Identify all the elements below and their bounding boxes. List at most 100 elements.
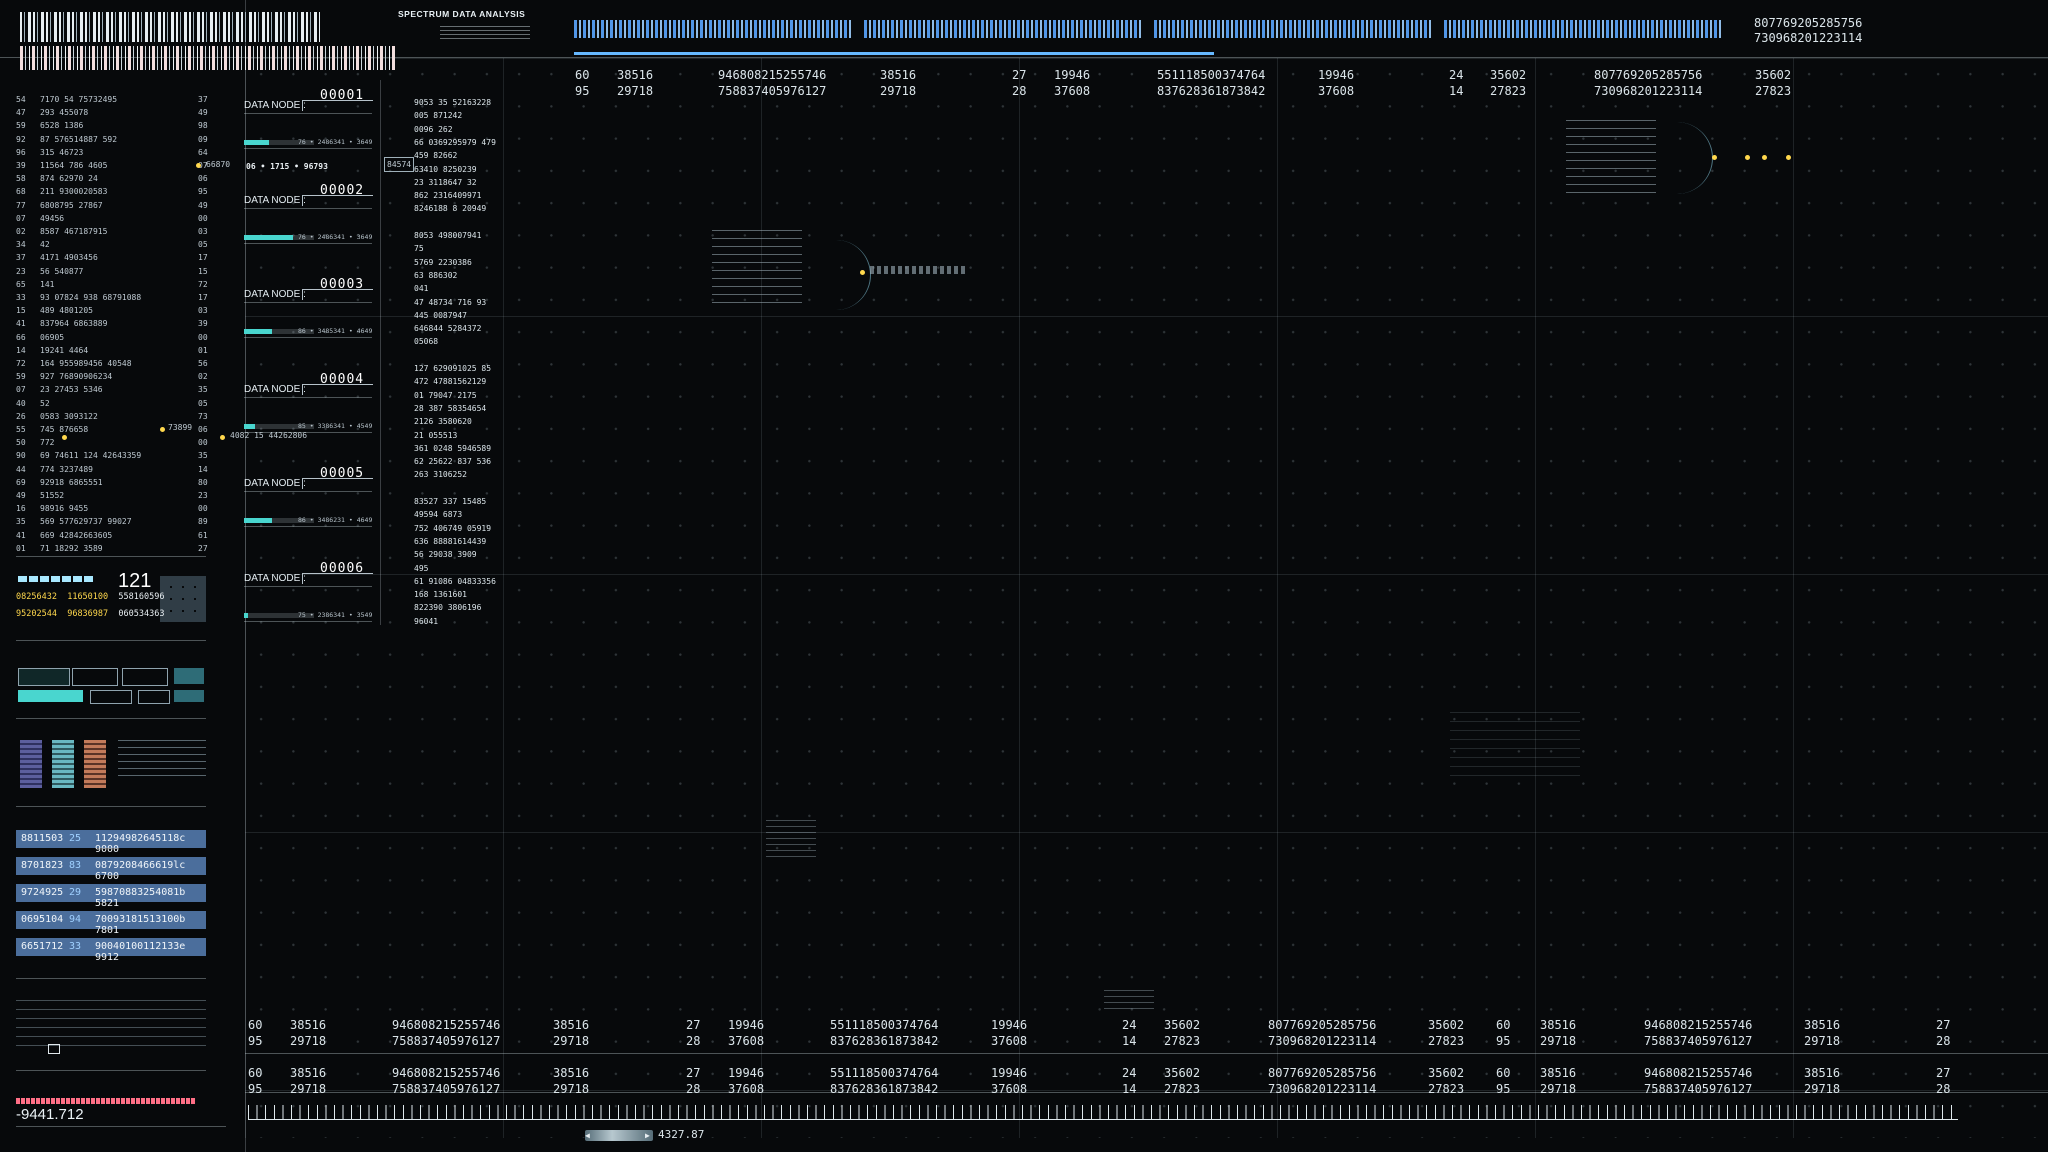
scrub-left-arrow-icon[interactable]: ◀ bbox=[585, 1131, 590, 1140]
node-divider bbox=[244, 337, 372, 338]
left-data-cell: 17 bbox=[198, 253, 208, 263]
left-data-cell: 55 bbox=[16, 425, 26, 434]
number-list-item: 61 91086 04833356 bbox=[414, 576, 496, 586]
marker-dot bbox=[860, 270, 865, 275]
left-data-cell: 01 bbox=[16, 543, 26, 553]
left-data-cell: 47 bbox=[16, 108, 26, 118]
marker-dot bbox=[196, 163, 201, 168]
data-node-card[interactable]: 00002 DATA NODE :76 • 2486341 • 3649 bbox=[244, 183, 374, 253]
bottom-cell: 19946 bbox=[728, 1066, 765, 1080]
left-data-cell: 35 bbox=[198, 451, 208, 461]
section-divider bbox=[16, 718, 206, 719]
left-data-cell: 02 bbox=[198, 372, 208, 382]
node-divider bbox=[244, 396, 372, 398]
spectrum-swatch-orange bbox=[84, 740, 106, 788]
table-row[interactable]: 6651712 33 90040100112133e 9912 bbox=[16, 938, 206, 963]
micro-text-block bbox=[118, 740, 206, 778]
data-node-card[interactable]: 00004 DATA NODE :85 • 3386341 • 4549 bbox=[244, 372, 374, 442]
left-data-cell: 00 bbox=[198, 438, 208, 448]
bottom-cell: 28 bbox=[686, 1034, 701, 1048]
table-row[interactable]: 0695104 94 70093181513100b 7801 bbox=[16, 911, 206, 936]
left-data-cell: 669 42842663605 bbox=[40, 530, 113, 540]
hud-cell: 807769205285756 bbox=[1594, 68, 1703, 82]
node-progress-fill bbox=[244, 518, 272, 523]
number-list-item: 47 48734 716 93 bbox=[414, 297, 487, 307]
table-row[interactable]: 8811503 25 11294982645118c 9000 bbox=[16, 830, 206, 855]
node-panel-divider bbox=[380, 80, 381, 625]
number-list-item: 21 055513 bbox=[414, 430, 458, 440]
scrub-handle[interactable] bbox=[585, 1130, 653, 1141]
marker-dot bbox=[220, 435, 225, 440]
bottom-cell: 38516 bbox=[290, 1018, 327, 1032]
hud-cell: 27823 bbox=[1490, 84, 1527, 98]
number-list-item: 636 88881614439 bbox=[414, 536, 487, 546]
timeline-ruler[interactable] bbox=[248, 1105, 1958, 1119]
left-data-cell: 07 bbox=[16, 213, 26, 223]
scrub-right-arrow-icon[interactable]: ▶ bbox=[645, 1131, 650, 1140]
left-data-cell: 51552 bbox=[40, 491, 65, 500]
data-node-card[interactable]: 00006 DATA NODE :75 • 2386341 • 3549 bbox=[244, 561, 374, 631]
table-cell: 6651712 bbox=[21, 941, 64, 952]
left-data-cell: 0583 3093122 bbox=[40, 411, 98, 421]
bottom-cell: 38516 bbox=[553, 1066, 590, 1080]
left-data-cell: 39 bbox=[198, 319, 208, 329]
checkbox[interactable] bbox=[48, 1044, 60, 1054]
table-row[interactable]: 8701823 83 0879208466619lc 6700 bbox=[16, 857, 206, 882]
left-data-cell: 49 bbox=[16, 491, 26, 500]
left-data-cell: 14 bbox=[198, 464, 208, 474]
table-cell: 70093181513100b 7801 bbox=[95, 914, 186, 936]
left-data-cell: 27 bbox=[198, 543, 208, 553]
number-list-item: 361 0248 5946589 bbox=[414, 443, 492, 453]
left-data-cell: 19241 4464 bbox=[40, 345, 89, 355]
bottom-cell: 37608 bbox=[728, 1082, 765, 1096]
cluster-text bbox=[712, 230, 802, 310]
number-list-item: 495 bbox=[414, 563, 429, 573]
left-data-cell: 14 bbox=[16, 345, 26, 355]
number-list-item: 445 0087947 bbox=[414, 310, 467, 320]
bottom-cell: 27823 bbox=[1428, 1034, 1465, 1048]
left-data-cell: 61 bbox=[198, 530, 208, 540]
number-list-item: 822390 3806196 bbox=[414, 603, 482, 613]
number-list-item: 05068 bbox=[414, 337, 439, 347]
data-node-card[interactable]: 00005 DATA NODE :86 • 3486231 • 4649 bbox=[244, 466, 374, 536]
left-data-cell: 39 bbox=[16, 161, 26, 170]
left-data-cell: 03 bbox=[198, 306, 208, 316]
data-node-card[interactable]: 00001 DATA NODE :76 • 2486341 • 3649 bbox=[244, 88, 374, 158]
bottom-cell: 37608 bbox=[991, 1034, 1028, 1048]
left-data-cell: 6808795 27867 bbox=[40, 200, 103, 210]
spectrum-swatch-violet bbox=[20, 740, 42, 788]
left-data-cell: 06 bbox=[198, 425, 208, 434]
left-data-cell: 41 bbox=[16, 319, 26, 329]
alert-meter bbox=[16, 1098, 196, 1104]
left-data-cell: 66 bbox=[16, 332, 26, 342]
node-stats: 76 • 2486341 • 3649 bbox=[298, 232, 373, 241]
node-label: DATA NODE : bbox=[244, 100, 306, 111]
bottom-cell: 38516 bbox=[1804, 1066, 1841, 1080]
left-data-cell: 33 bbox=[16, 293, 26, 302]
heatmap-tile bbox=[160, 576, 206, 622]
left-data-cell: 11564 786 4605 bbox=[40, 161, 108, 170]
value-readout: -9441.712 bbox=[16, 1106, 84, 1123]
left-data-cell: 87 576514887 592 bbox=[40, 134, 118, 144]
number-list-item: 8053 498007941 bbox=[414, 231, 482, 240]
left-data-cell: 23 bbox=[198, 491, 208, 500]
status-panel bbox=[72, 668, 118, 686]
scan-progress-bar bbox=[574, 52, 1214, 55]
left-data-cell: 69 bbox=[16, 477, 26, 487]
hud-cell: 27823 bbox=[1755, 84, 1792, 98]
node-connector bbox=[302, 100, 373, 111]
bottom-cell: 758837405976127 bbox=[1644, 1034, 1753, 1048]
number-list-item: 168 1361601 bbox=[414, 590, 467, 600]
node-stats: 86 • 3485341 • 4649 bbox=[298, 327, 373, 335]
bottom-cell: 29718 bbox=[1804, 1082, 1841, 1096]
left-data-cell: 05 bbox=[198, 398, 208, 408]
data-node-card[interactable]: 00003 DATA NODE :86 • 3485341 • 4649 bbox=[244, 277, 374, 347]
bottom-cell: 27 bbox=[1936, 1066, 1951, 1080]
left-data-cell: 772 bbox=[40, 438, 55, 448]
node-label: DATA NODE : bbox=[244, 383, 306, 395]
table-row[interactable]: 9724925 29 59870883254081b 5821 bbox=[16, 884, 206, 909]
bottom-cell: 27823 bbox=[1428, 1082, 1465, 1096]
hud-cell: 946808215255746 bbox=[718, 68, 827, 82]
left-data-cell: 72 bbox=[16, 359, 26, 368]
table-cell: 0695104 bbox=[21, 914, 64, 925]
